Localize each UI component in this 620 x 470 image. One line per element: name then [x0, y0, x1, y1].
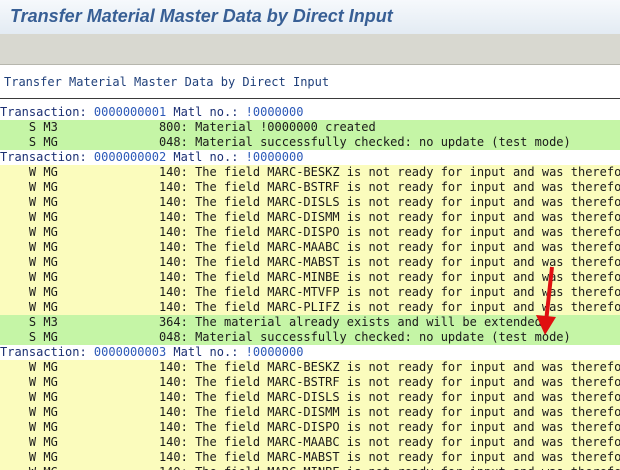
- message-text: S M3 800: Material !0000000 created: [0, 120, 376, 134]
- message-text: W MG 140: The field MARC-MINBE is not re…: [0, 465, 620, 470]
- material-number: !0000000: [245, 345, 304, 359]
- material-label: Matl no.:: [166, 150, 246, 164]
- transaction-label: Transaction:: [0, 345, 94, 359]
- title-bar: Transfer Material Master Data by Direct …: [0, 0, 620, 34]
- message-row[interactable]: W MG 140: The field MARC-BSTRF is not re…: [0, 180, 620, 195]
- message-text: W MG 140: The field MARC-DISLS is not re…: [0, 195, 620, 209]
- transaction-number: 0000000003: [93, 345, 167, 359]
- application-toolbar: [0, 34, 620, 65]
- message-row[interactable]: W MG 140: The field MARC-DISPO is not re…: [0, 420, 620, 435]
- window-title: Transfer Material Master Data by Direct …: [10, 6, 393, 26]
- message-row[interactable]: W MG 140: The field MARC-DISMM is not re…: [0, 405, 620, 420]
- message-text: W MG 140: The field MARC-MAABC is not re…: [0, 240, 620, 254]
- message-text: W MG 140: The field MARC-BSTRF is not re…: [0, 180, 620, 194]
- message-text: W MG 140: The field MARC-DISMM is not re…: [0, 210, 620, 224]
- material-label: Matl no.:: [166, 345, 246, 359]
- message-row[interactable]: S M3 800: Material !0000000 created: [0, 120, 620, 135]
- message-row[interactable]: W MG 140: The field MARC-BESKZ is not re…: [0, 165, 620, 180]
- material-number: !0000000: [245, 105, 304, 119]
- message-row[interactable]: W MG 140: The field MARC-DISLS is not re…: [0, 195, 620, 210]
- header-separator: [0, 98, 620, 99]
- transaction-row[interactable]: Transaction: 0000000001 Matl no.: !00000…: [0, 105, 620, 120]
- transaction-number: 0000000001: [93, 105, 167, 119]
- message-row[interactable]: W MG 140: The field MARC-MABST is not re…: [0, 450, 620, 465]
- message-text: W MG 140: The field MARC-DISLS is not re…: [0, 390, 620, 404]
- message-row[interactable]: S MG 048: Material successfully checked:…: [0, 135, 620, 150]
- message-row[interactable]: W MG 140: The field MARC-DISPO is not re…: [0, 225, 620, 240]
- message-row[interactable]: W MG 140: The field MARC-MAABC is not re…: [0, 435, 620, 450]
- message-text: W MG 140: The field MARC-BSTRF is not re…: [0, 375, 620, 389]
- red-arrow-icon: [536, 266, 556, 335]
- message-text: W MG 140: The field MARC-DISMM is not re…: [0, 405, 620, 419]
- transaction-label: Transaction:: [0, 150, 94, 164]
- message-text: W MG 140: The field MARC-DISPO is not re…: [0, 420, 620, 434]
- message-text: S MG 048: Material successfully checked:…: [0, 330, 571, 344]
- message-text: W MG 140: The field MARC-BESKZ is not re…: [0, 165, 620, 179]
- message-text: W MG 140: The field MARC-BESKZ is not re…: [0, 360, 620, 374]
- transaction-row[interactable]: Transaction: 0000000003 Matl no.: !00000…: [0, 345, 620, 360]
- message-text: W MG 140: The field MARC-DISPO is not re…: [0, 225, 620, 239]
- message-text: W MG 140: The field MARC-MAABC is not re…: [0, 435, 620, 449]
- message-row[interactable]: W MG 140: The field MARC-BSTRF is not re…: [0, 375, 620, 390]
- message-row[interactable]: W MG 140: The field MARC-MINBE is not re…: [0, 465, 620, 470]
- message-row[interactable]: W MG 140: The field MARC-BESKZ is not re…: [0, 360, 620, 375]
- message-text: W MG 140: The field MARC-MABST is not re…: [0, 450, 620, 464]
- material-number: !0000000: [245, 150, 304, 164]
- material-label: Matl no.:: [166, 105, 246, 119]
- message-row[interactable]: W MG 140: The field MARC-DISMM is not re…: [0, 210, 620, 225]
- message-text: S M3 364: The material already exists an…: [0, 315, 542, 329]
- message-text: S MG 048: Material successfully checked:…: [0, 135, 571, 149]
- transaction-number: 0000000002: [93, 150, 167, 164]
- message-row[interactable]: W MG 140: The field MARC-MAABC is not re…: [0, 240, 620, 255]
- message-row[interactable]: W MG 140: The field MARC-DISLS is not re…: [0, 390, 620, 405]
- transaction-row[interactable]: Transaction: 0000000002 Matl no.: !00000…: [0, 150, 620, 165]
- transaction-label: Transaction:: [0, 105, 94, 119]
- report-title: Transfer Material Master Data by Direct …: [4, 75, 330, 89]
